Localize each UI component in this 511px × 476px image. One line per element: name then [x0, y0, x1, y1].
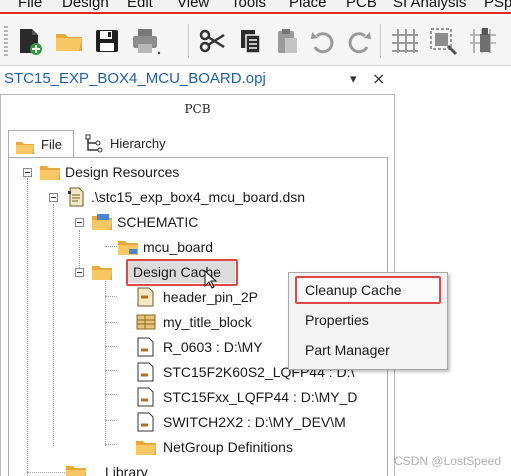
tree-connector: [105, 444, 117, 445]
tree-item-label: mcu_board: [143, 239, 214, 255]
toolbar-separator: [380, 24, 381, 58]
tree-item-label: STC15Fxx_LQFP44 : D:\MY_D: [163, 389, 358, 405]
tree-connector: [27, 178, 28, 476]
tab-file-label: File: [41, 137, 62, 152]
tree-item-label: SWITCH2X2 : D:\MY_DEV\M: [163, 414, 346, 430]
menu-pspice[interactable]: PSp: [484, 0, 511, 11]
folder-icon: [135, 437, 157, 457]
tree-item-design-resources[interactable]: Design Resources: [39, 160, 239, 184]
tree-item-label: Library: [105, 464, 148, 476]
menu-edit[interactable]: Edit: [127, 0, 153, 11]
menu-si-analysis[interactable]: SI Analysis: [393, 0, 466, 11]
tab-hierarchy[interactable]: Hierarchy: [80, 130, 190, 158]
tab-hierarchy-label: Hierarchy: [110, 136, 166, 151]
close-icon[interactable]: ×: [372, 69, 385, 88]
schematic-folder-icon: [91, 212, 113, 232]
menu-bar: File Design Edit View Tools Place PCB SI…: [0, 0, 511, 14]
toolbar-separator: [188, 24, 189, 58]
tree-item-label: .\stc15_exp_box4_mcu_board.dsn: [91, 189, 306, 205]
collapse-toggle[interactable]: [75, 268, 84, 277]
hierarchy-icon: [84, 134, 104, 154]
part-file-icon: [135, 387, 157, 407]
title-block-icon: [135, 312, 157, 332]
tree-item-library[interactable]: Library: [65, 460, 265, 476]
tree-item-label: R_0603 : D:\MY: [163, 339, 263, 355]
copy-icon[interactable]: [233, 24, 267, 58]
mouse-cursor-icon: [204, 270, 218, 290]
tree-connector: [105, 346, 117, 347]
menu-item-part-manager[interactable]: Part Manager: [305, 338, 390, 362]
tree-item-schematic[interactable]: SCHEMATIC: [91, 210, 291, 234]
cut-icon[interactable]: [195, 24, 229, 58]
design-cache-highlight: [126, 259, 238, 286]
collapse-toggle[interactable]: [75, 218, 84, 227]
tree-connector: [105, 394, 117, 395]
tree-connector: [105, 370, 117, 371]
design-file-icon: [65, 187, 87, 207]
project-title[interactable]: STC15_EXP_BOX4_MCU_BOARD.opj: [4, 70, 266, 87]
tree-item-label: SCHEMATIC: [117, 214, 199, 230]
part-file-icon: [135, 337, 157, 357]
tree-item-cache-part[interactable]: SWITCH2X2 : D:\MY_DEV\M: [135, 410, 387, 434]
menu-item-properties[interactable]: Properties: [305, 308, 369, 332]
context-menu: Cleanup Cache Properties Part Manager: [288, 272, 448, 370]
undo-icon[interactable]: [306, 24, 340, 58]
collapse-toggle[interactable]: [49, 193, 58, 202]
menu-tools[interactable]: Tools: [231, 0, 266, 11]
tab-file[interactable]: File: [8, 130, 74, 158]
save-icon[interactable]: [90, 24, 124, 58]
tree-connector: [105, 420, 117, 421]
tree-item-mcu-board[interactable]: mcu_board: [117, 235, 317, 259]
toolbar-grip[interactable]: [4, 26, 8, 56]
tree-item-netgroup[interactable]: NetGroup Definitions: [135, 435, 387, 459]
menu-design[interactable]: Design: [62, 0, 109, 11]
folder-icon: [39, 162, 61, 182]
project-header: STC15_EXP_BOX4_MCU_BOARD.opj ▾ ×: [0, 66, 511, 94]
tree-connector: [27, 472, 67, 473]
print-icon[interactable]: [128, 24, 162, 58]
folder-icon: [15, 137, 35, 154]
grid-icon[interactable]: [388, 24, 422, 58]
part-file-icon: [135, 412, 157, 432]
paste-icon[interactable]: [270, 24, 304, 58]
snap-icon[interactable]: [466, 24, 500, 58]
schematic-page-icon: [117, 237, 139, 257]
folder-icon: [65, 462, 87, 476]
collapse-toggle[interactable]: [23, 168, 32, 177]
tree-item-label: my_title_block: [163, 314, 252, 330]
redo-icon[interactable]: [342, 24, 376, 58]
tree-connector: [105, 246, 117, 247]
part-file-icon: [135, 287, 157, 307]
tree-item-label: Design Resources: [65, 164, 180, 180]
open-folder-icon[interactable]: [52, 24, 86, 58]
tree-item-dsn-file[interactable]: .\stc15_exp_box4_mcu_board.dsn: [65, 185, 365, 209]
toolbar: [0, 16, 511, 66]
tree-connector: [79, 230, 80, 272]
tree-connector: [53, 204, 54, 446]
tree-item-cache-part[interactable]: STC15Fxx_LQFP44 : D:\MY_D: [135, 385, 387, 409]
menu-view[interactable]: View: [177, 0, 209, 11]
tree-item-label: NetGroup Definitions: [163, 439, 293, 455]
pane-title: PCB: [0, 94, 395, 124]
pin-dropdown-icon[interactable]: ▾: [350, 72, 357, 87]
new-file-icon[interactable]: [12, 24, 46, 58]
folder-icon: [91, 262, 113, 282]
menu-pcb[interactable]: PCB: [346, 0, 377, 11]
watermark: CSDN @LostSpeed: [394, 454, 501, 468]
tree-connector: [105, 322, 117, 323]
tree-connector: [105, 296, 117, 297]
pane-tabs: File Hierarchy: [8, 130, 388, 158]
menu-item-cleanup-cache[interactable]: Cleanup Cache: [305, 278, 402, 302]
select-area-icon[interactable]: [426, 24, 460, 58]
menu-file[interactable]: File: [18, 0, 42, 11]
menu-place[interactable]: Place: [289, 0, 327, 11]
part-file-icon: [135, 362, 157, 382]
